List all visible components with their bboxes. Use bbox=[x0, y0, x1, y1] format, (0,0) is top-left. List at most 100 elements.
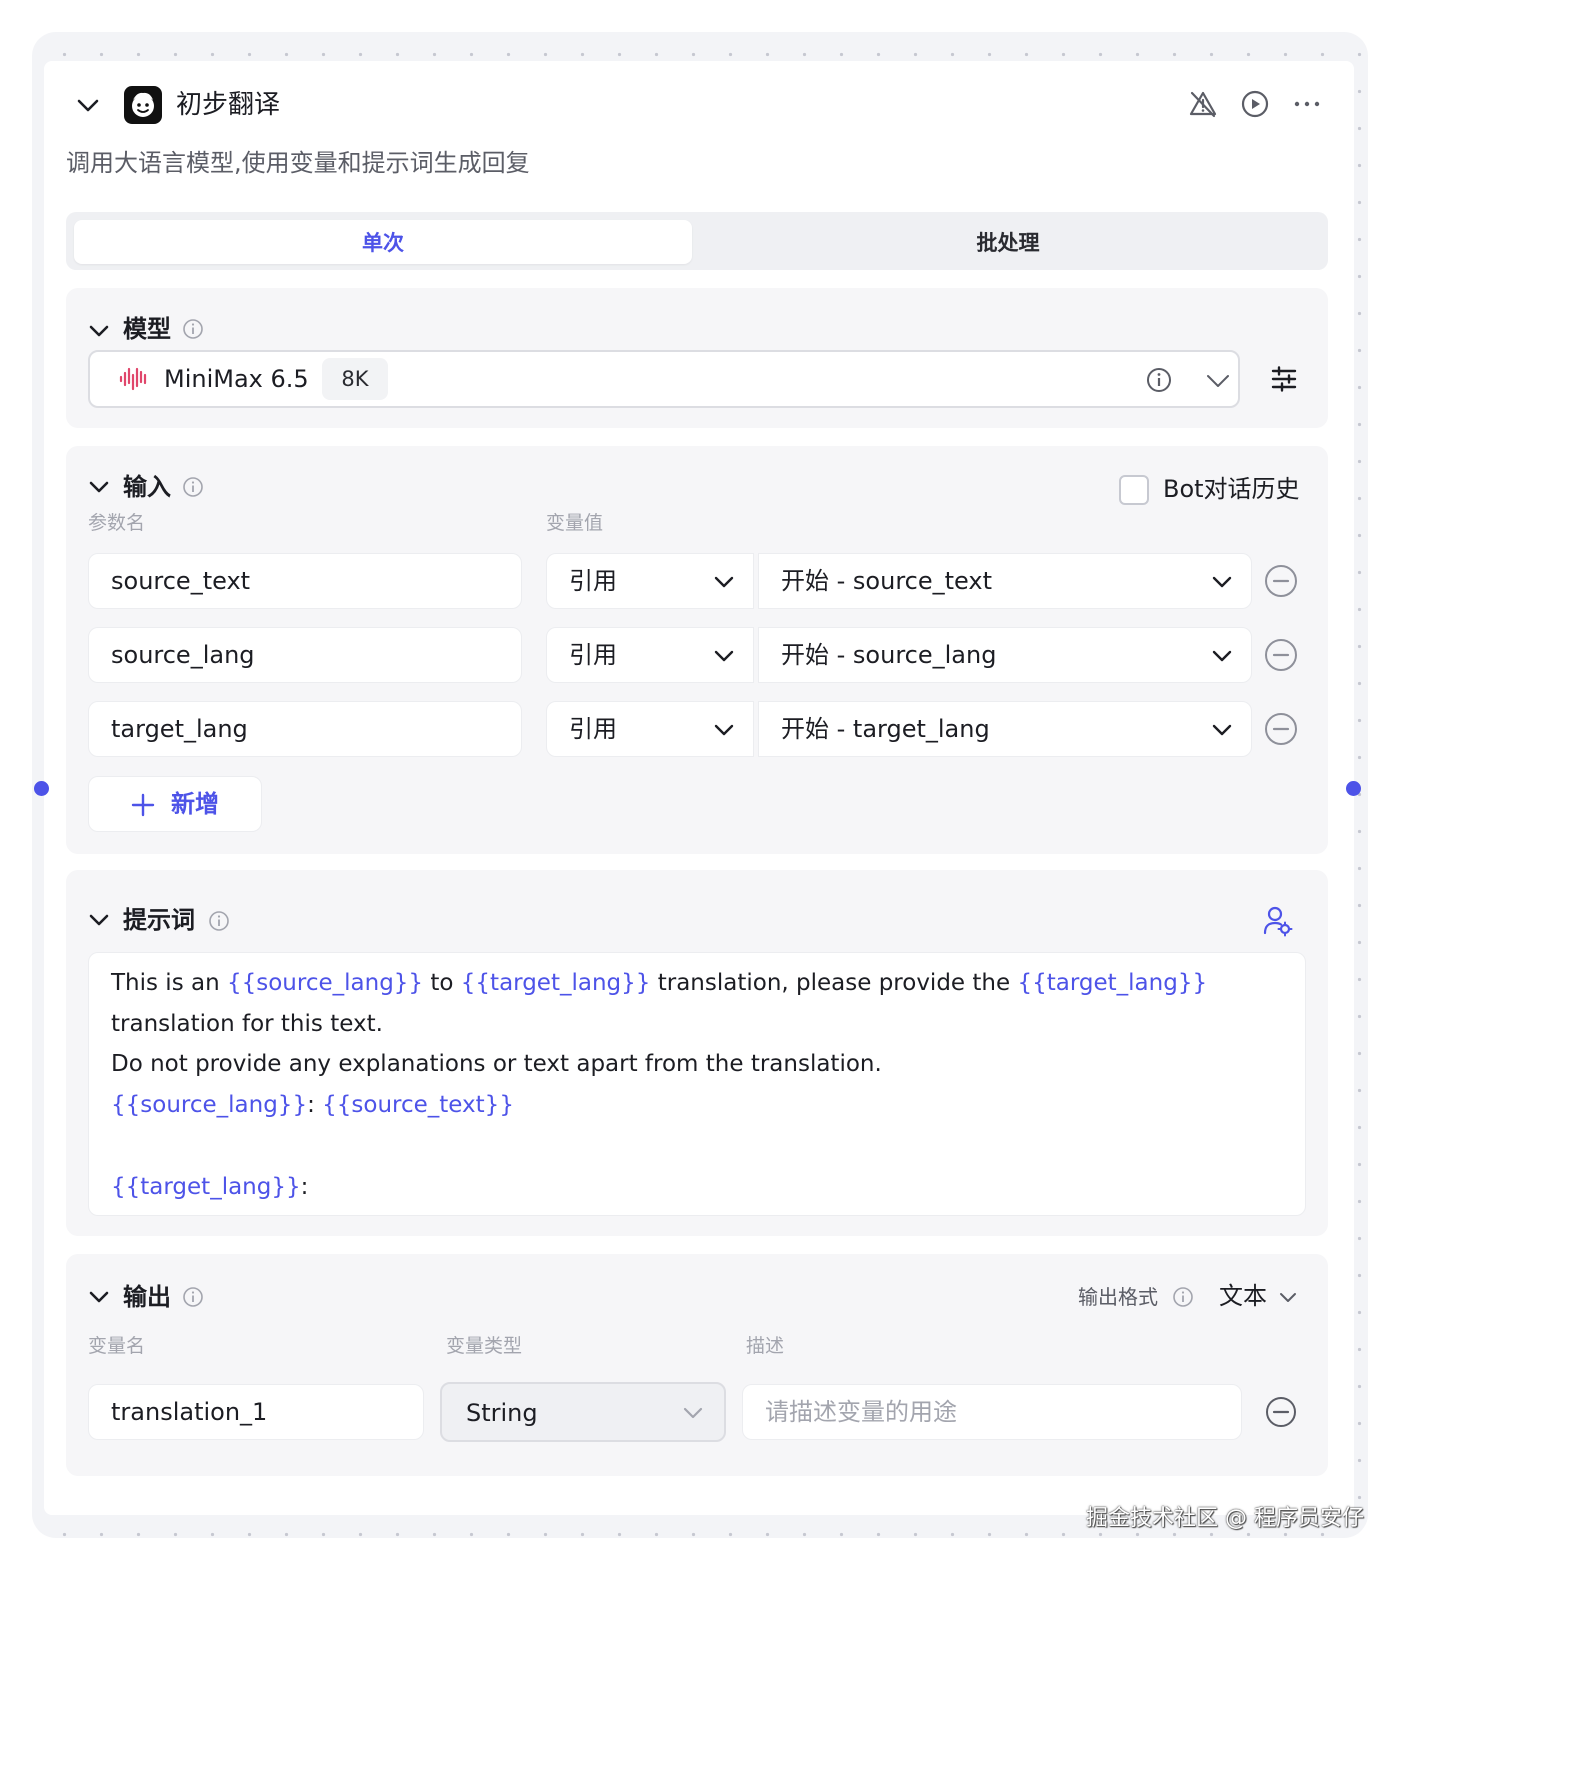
info-icon[interactable] bbox=[182, 1286, 204, 1308]
model-section-title: 模型 bbox=[123, 315, 171, 343]
prompt-variable: {{target_lang}} bbox=[460, 970, 651, 996]
prompt-section: 提示词 This is an {{source_lang}} to {{targ… bbox=[66, 870, 1328, 1236]
chevron-down-icon bbox=[1280, 1293, 1296, 1302]
section-collapse-chevron-icon[interactable] bbox=[88, 909, 110, 931]
variable-source-label: 开始 - source_text bbox=[781, 567, 992, 595]
prompt-line: {{target_lang}}: bbox=[111, 1167, 1283, 1208]
prompt-variable: {{target_lang}} bbox=[1017, 970, 1208, 996]
mode-tabs: 单次 批处理 bbox=[66, 212, 1328, 270]
minimax-logo-icon bbox=[119, 367, 147, 391]
section-collapse-chevron-icon[interactable] bbox=[88, 1286, 110, 1308]
value-mode-label: 引用 bbox=[569, 567, 617, 595]
watermark: 掘金技术社区 @ 程序员安仔 bbox=[1086, 1506, 1364, 1531]
info-icon[interactable] bbox=[1172, 1286, 1194, 1308]
variable-source-select[interactable]: 开始 - source_lang bbox=[758, 627, 1252, 683]
add-input-button[interactable]: 新增 bbox=[88, 776, 262, 832]
bot-history-label[interactable]: Bot对话历史 bbox=[1163, 473, 1300, 505]
chevron-down-icon bbox=[1212, 724, 1232, 736]
prompt-text: translation, please provide the bbox=[650, 970, 1018, 996]
variable-source-select[interactable]: 开始 - source_text bbox=[758, 553, 1252, 609]
value-mode-label: 引用 bbox=[569, 641, 617, 669]
value-mode-select[interactable]: 引用 bbox=[546, 627, 754, 683]
output-format-value: 文本 bbox=[1219, 1282, 1267, 1310]
collapse-chevron-icon[interactable] bbox=[76, 94, 100, 118]
prompt-variable: {{source_text}} bbox=[322, 1092, 514, 1119]
prompt-line bbox=[111, 1126, 1283, 1167]
prompt-library-icon[interactable] bbox=[1262, 905, 1294, 937]
chevron-down-icon bbox=[1212, 576, 1232, 588]
model-settings-icon[interactable] bbox=[1270, 365, 1298, 393]
model-section: 模型 MiniMax 6.5 8K bbox=[66, 288, 1328, 428]
section-collapse-chevron-icon[interactable] bbox=[88, 476, 110, 498]
value-mode-select[interactable]: 引用 bbox=[546, 701, 754, 757]
plus-icon bbox=[131, 793, 155, 817]
prompt-section-title: 提示词 bbox=[123, 906, 195, 934]
chevron-down-icon bbox=[714, 576, 734, 588]
more-icon[interactable] bbox=[1292, 89, 1322, 119]
chevron-down-icon bbox=[714, 650, 734, 662]
param-name-input[interactable]: source_text bbox=[88, 553, 522, 609]
chevron-down-icon bbox=[714, 724, 734, 736]
model-info-icon[interactable] bbox=[1146, 367, 1172, 393]
input-section-title: 输入 bbox=[123, 473, 171, 501]
prompt-text: : bbox=[307, 1092, 323, 1119]
run-icon[interactable] bbox=[1240, 89, 1270, 119]
output-format-label: 输出格式 bbox=[1078, 1285, 1158, 1309]
tab-single[interactable]: 单次 bbox=[74, 220, 692, 264]
prompt-line: Do not provide any explanations or text … bbox=[111, 1051, 882, 1078]
output-description-input[interactable]: 请描述变量的用途 bbox=[742, 1384, 1242, 1440]
prompt-line: translation for this text. bbox=[111, 1010, 383, 1037]
output-format-select[interactable]: 文本 bbox=[1219, 1280, 1296, 1312]
alert-off-icon[interactable] bbox=[1188, 89, 1218, 119]
param-name-column-header: 参数名 bbox=[88, 512, 146, 534]
context-length-badge: 8K bbox=[322, 358, 388, 400]
input-section: 输入 Bot对话历史 参数名 变量值 source_text 引用 开始 - s… bbox=[66, 446, 1328, 854]
info-icon[interactable] bbox=[182, 318, 204, 340]
info-icon[interactable] bbox=[182, 476, 204, 498]
remove-row-icon[interactable] bbox=[1264, 564, 1298, 598]
prompt-editor[interactable]: This is an {{source_lang}} to {{target_l… bbox=[88, 952, 1306, 1216]
remove-row-icon[interactable] bbox=[1264, 638, 1298, 672]
value-mode-label: 引用 bbox=[569, 715, 617, 743]
add-input-label: 新增 bbox=[171, 790, 219, 818]
variable-value-column-header: 变量值 bbox=[546, 512, 604, 534]
chevron-down-icon bbox=[683, 1407, 703, 1419]
prompt-text: to bbox=[423, 970, 461, 996]
bot-history-checkbox[interactable] bbox=[1119, 475, 1149, 505]
output-var-name-input[interactable]: translation_1 bbox=[88, 1384, 424, 1440]
param-name-input[interactable]: source_lang bbox=[88, 627, 522, 683]
variable-source-label: 开始 - source_lang bbox=[781, 641, 997, 669]
output-section-title: 输出 bbox=[123, 1283, 171, 1311]
prompt-variable: {{target_lang}} bbox=[111, 1173, 301, 1200]
section-collapse-chevron-icon[interactable] bbox=[88, 320, 110, 342]
node-description: 调用大语言模型,使用变量和提示词生成回复 bbox=[66, 149, 530, 177]
model-select[interactable]: MiniMax 6.5 8K bbox=[88, 350, 1240, 408]
input-port[interactable] bbox=[34, 781, 49, 796]
variable-source-label: 开始 - target_lang bbox=[781, 715, 990, 743]
remove-output-icon[interactable] bbox=[1264, 1395, 1298, 1429]
output-section: 输出 输出格式 文本 变量名 变量类型 描述 translation_1 Str… bbox=[66, 1254, 1328, 1476]
prompt-variable: {{source_lang}} bbox=[226, 970, 424, 996]
remove-row-icon[interactable] bbox=[1264, 712, 1298, 746]
node-title[interactable]: 初步翻译 bbox=[176, 88, 280, 122]
description-column-header: 描述 bbox=[746, 1335, 785, 1357]
info-icon[interactable] bbox=[208, 910, 230, 932]
var-name-column-header: 变量名 bbox=[88, 1335, 146, 1357]
tab-batch[interactable]: 批处理 bbox=[696, 220, 1320, 264]
param-name-input[interactable]: target_lang bbox=[88, 701, 522, 757]
prompt-variable: {{source_lang}} bbox=[111, 1092, 308, 1119]
chevron-down-icon[interactable] bbox=[1206, 369, 1230, 393]
model-name: MiniMax 6.5 bbox=[164, 365, 309, 393]
output-type-value: String bbox=[466, 1399, 538, 1427]
node-logo-icon bbox=[124, 86, 162, 124]
value-mode-select[interactable]: 引用 bbox=[546, 553, 754, 609]
variable-source-select[interactable]: 开始 - target_lang bbox=[758, 701, 1252, 757]
var-type-column-header: 变量类型 bbox=[446, 1335, 523, 1357]
prompt-line: This is an {{source_lang}} to {{target_l… bbox=[111, 963, 1283, 1004]
output-port[interactable] bbox=[1346, 781, 1361, 796]
chevron-down-icon bbox=[1212, 650, 1232, 662]
prompt-text: : bbox=[300, 1173, 309, 1200]
prompt-text: This is an bbox=[111, 970, 227, 996]
prompt-line: {{source_lang}}: {{source_text}} bbox=[111, 1085, 1283, 1126]
output-type-select[interactable]: String bbox=[440, 1382, 726, 1442]
